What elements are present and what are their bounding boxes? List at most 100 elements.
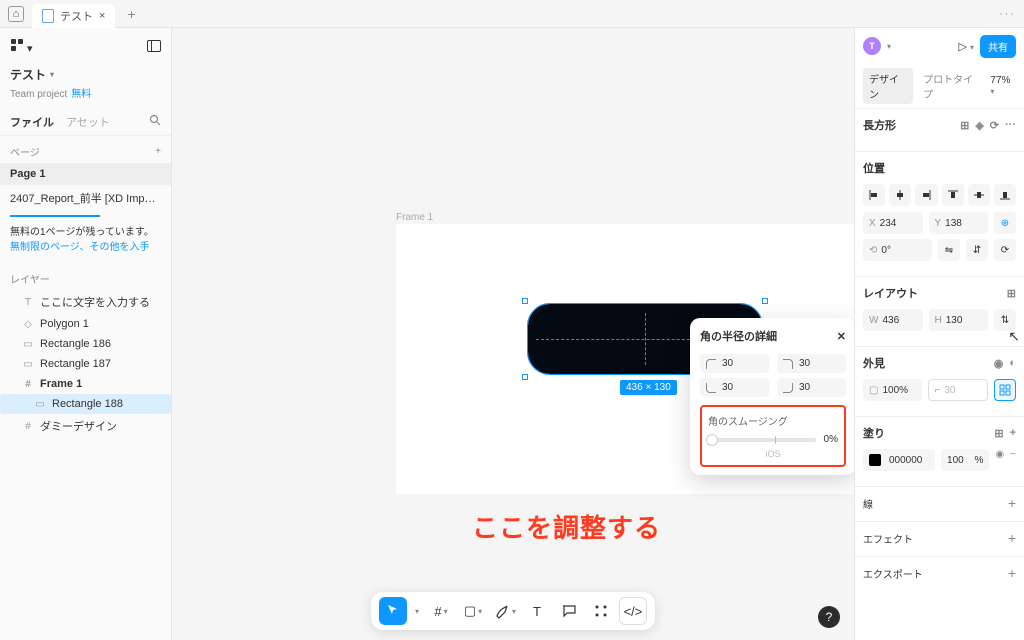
opacity-input[interactable]: ▢100% — [863, 379, 922, 401]
add-stroke-button[interactable]: + — [1008, 495, 1016, 511]
frame-label[interactable]: Frame 1 — [396, 212, 433, 223]
corner-tr-input[interactable]: 30 — [777, 354, 846, 373]
shape-tool[interactable]: ▢▾ — [459, 597, 487, 625]
corner-bl-input[interactable]: 30 — [700, 378, 769, 397]
resize-handle-tr[interactable] — [762, 298, 768, 304]
align-bottom-button[interactable] — [994, 184, 1016, 206]
add-export-button[interactable]: + — [1008, 565, 1016, 581]
main-menu-button[interactable]: ▾ — [10, 38, 33, 55]
align-left-button[interactable] — [863, 184, 885, 206]
layer-item[interactable]: ▭Rectangle 186 — [0, 334, 171, 354]
align-right-button[interactable] — [915, 184, 937, 206]
add-fill-button[interactable]: + — [1010, 427, 1016, 440]
comment-tool[interactable] — [555, 597, 583, 625]
project-title[interactable]: テスト ▾ — [10, 66, 161, 83]
fill-visibility-icon[interactable]: ◉ — [995, 449, 1004, 471]
help-button[interactable]: ? — [818, 606, 840, 628]
file-icon — [42, 9, 54, 23]
avatar[interactable]: T — [863, 37, 881, 55]
layer-item[interactable]: #ダミーデザイン — [0, 414, 171, 438]
visibility-icon[interactable]: ◉ — [994, 357, 1004, 370]
tab-prototype[interactable]: プロトタイプ — [917, 68, 986, 104]
assets-tab[interactable]: アセット — [66, 114, 110, 130]
layer-type-icon: ◇ — [22, 319, 34, 330]
rotation-input[interactable]: ⟲0° — [863, 239, 932, 261]
layer-item[interactable]: #Frame 1 — [0, 374, 171, 394]
auto-layout-icon[interactable]: ⊞ — [1007, 287, 1016, 300]
smoothing-slider[interactable] — [708, 438, 816, 442]
instance-icon[interactable]: ◈ — [975, 119, 983, 132]
move-tool[interactable] — [379, 597, 407, 625]
resize-handle-bl[interactable] — [522, 374, 528, 380]
home-icon[interactable]: ⌂ — [8, 6, 24, 22]
close-icon[interactable]: ✕ — [837, 330, 846, 343]
flip-horizontal-button[interactable]: ⇋ — [938, 239, 960, 261]
more-icon[interactable]: ··· — [1005, 119, 1016, 132]
tab-design[interactable]: デザイン — [863, 68, 913, 104]
zoom-level[interactable]: 77% ▾ — [990, 75, 1016, 97]
align-hcenter-button[interactable] — [889, 184, 911, 206]
layer-type-icon: ▭ — [22, 359, 34, 370]
document-tab[interactable]: テスト × — [32, 4, 115, 28]
search-icon[interactable] — [149, 114, 161, 129]
layer-item[interactable]: ◇Polygon 1 — [0, 314, 171, 334]
shape-type-label: 長方形 — [863, 117, 896, 133]
resize-handle-tl[interactable] — [522, 298, 528, 304]
overflow-menu-icon[interactable]: ··· — [999, 8, 1016, 20]
share-button[interactable]: 共有 — [980, 35, 1016, 58]
mask-icon[interactable]: ⟳ — [990, 119, 999, 132]
files-tab[interactable]: ファイル — [10, 114, 54, 130]
flip-vertical-button[interactable]: ⇵ — [966, 239, 988, 261]
pen-tool[interactable]: ▾ — [491, 597, 519, 625]
height-input[interactable]: H130 — [929, 309, 989, 331]
corner-radius-popup[interactable]: 角の半径の詳細 ✕ 30 30 30 30 角のスムージング 0% iOS — [690, 318, 856, 475]
x-input[interactable]: X234 — [863, 212, 923, 234]
add-page-button[interactable]: + — [155, 146, 161, 157]
layers-section-label: レイヤー — [10, 271, 50, 286]
actions-tool[interactable] — [587, 597, 615, 625]
page-item[interactable]: 2407_Report_前半 [XD Import] (30-Ju… — [0, 185, 171, 211]
present-button[interactable]: ▷ ▾ — [958, 40, 974, 53]
export-section-label: エクスポート — [863, 566, 923, 581]
corner-radius-details-button[interactable] — [994, 379, 1016, 401]
page-item[interactable]: Page 1 — [0, 163, 171, 185]
remove-fill-button[interactable]: − — [1010, 449, 1016, 471]
text-tool[interactable]: T — [523, 597, 551, 625]
layer-item[interactable]: ▭Rectangle 187 — [0, 354, 171, 374]
slider-knob[interactable] — [706, 434, 718, 446]
layer-type-icon: ▭ — [22, 339, 34, 350]
panel-toggle-icon[interactable] — [147, 40, 161, 52]
effects-section-label: エフェクト — [863, 531, 913, 546]
component-icon[interactable]: ⊞ — [960, 119, 969, 132]
position-options-button[interactable]: ⊕ — [994, 212, 1016, 234]
align-top-button[interactable] — [942, 184, 964, 206]
frame-tool[interactable]: #▾ — [427, 597, 455, 625]
appearance-section-label: 外見 — [863, 355, 885, 371]
y-input[interactable]: Y138 — [929, 212, 989, 234]
ios-label: iOS — [708, 449, 838, 459]
stroke-section-label: 線 — [863, 496, 873, 511]
rotate-90-button[interactable]: ⟳ — [994, 239, 1016, 261]
layer-type-icon: T — [22, 297, 34, 308]
fill-color-input[interactable]: 000000 — [863, 449, 935, 471]
layout-section-label: レイアウト — [863, 285, 918, 301]
add-effect-button[interactable]: + — [1008, 530, 1016, 546]
layer-item[interactable]: Tここに文字を入力する — [0, 290, 171, 314]
corner-radius-input[interactable]: ⌐30 — [928, 379, 989, 401]
layer-type-icon: # — [22, 421, 34, 432]
blend-icon[interactable]: ◐ — [1009, 357, 1016, 370]
corner-br-input[interactable]: 30 — [777, 378, 846, 397]
align-vcenter-button[interactable] — [968, 184, 990, 206]
free-badge: 無料 — [71, 89, 91, 100]
layer-item[interactable]: ▭Rectangle 188 — [0, 394, 171, 414]
upgrade-link[interactable]: 無制限のページ、その他を入手 — [10, 242, 150, 253]
fill-style-icon[interactable]: ⊞ — [994, 427, 1003, 440]
move-tool-chevron[interactable]: ▾ — [411, 597, 423, 625]
fill-opacity-input[interactable]: 100 % — [941, 449, 989, 471]
dev-mode-toggle[interactable]: </> — [619, 597, 647, 625]
new-tab-button[interactable]: + — [127, 6, 135, 22]
corner-tl-input[interactable]: 30 — [700, 354, 769, 373]
close-tab-icon[interactable]: × — [99, 10, 105, 22]
constrain-proportions-button[interactable]: ⇅ — [994, 309, 1016, 331]
width-input[interactable]: W436 — [863, 309, 923, 331]
